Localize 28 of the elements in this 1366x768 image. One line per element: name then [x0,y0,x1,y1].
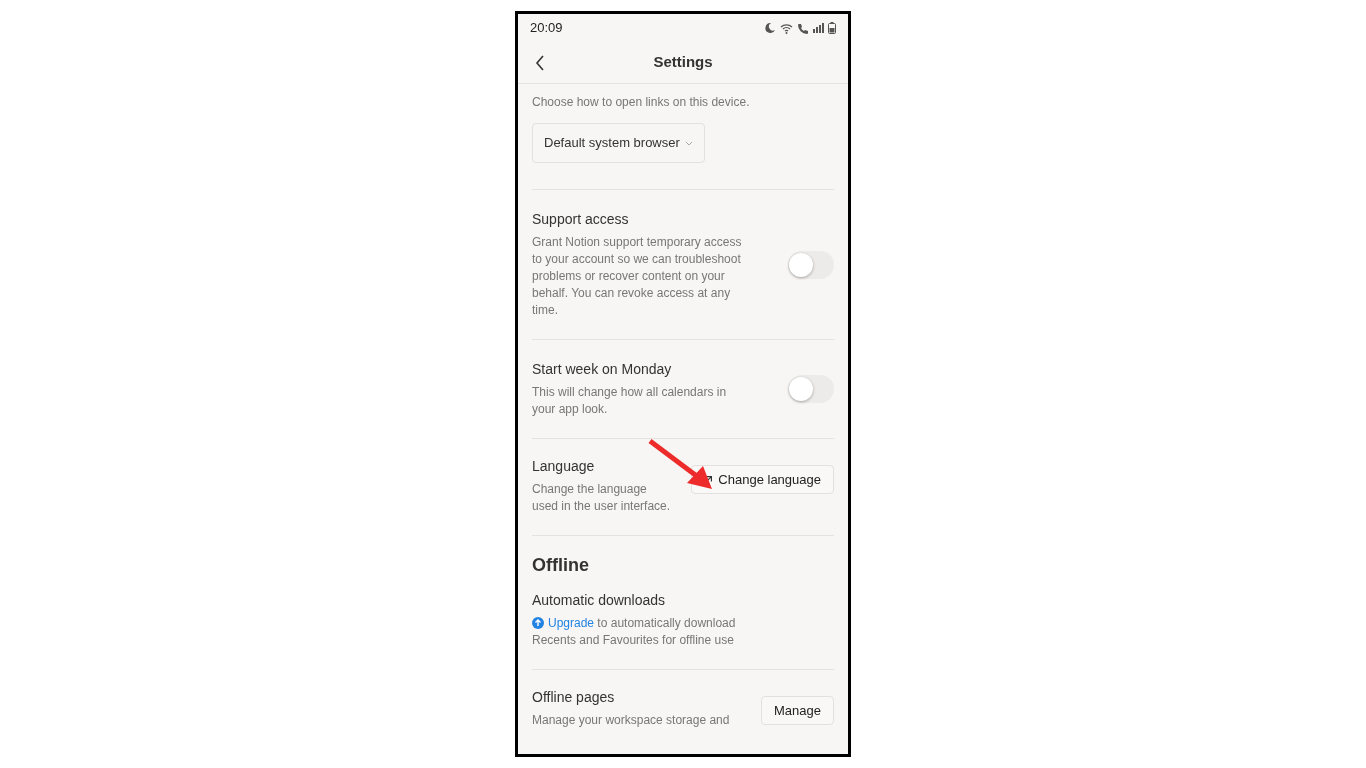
manage-button[interactable]: Manage [761,696,834,725]
browser-dropdown[interactable]: Default system browser [532,123,705,163]
page-title: Settings [653,52,713,73]
section-heading: Offline [532,554,590,577]
status-time: 20:09 [530,19,563,38]
setting-title: Offline pages [532,688,616,706]
upgrade-description: Upgrade to automatically download Recents and Favourites for offline use [532,615,737,649]
moon-icon [764,22,776,34]
phone-icon [797,22,809,34]
setting-title: Support access [532,210,630,228]
setting-description: This will change how all calendars in your app look. [532,384,728,418]
setting-description: Grant Notion support temporary access to your account so we can troubleshoot problems or recover content on your behalf. You can revoke access at any time. [532,234,743,319]
chevron-down-icon [684,140,693,146]
wifi-icon [780,22,793,34]
setting-title: Language [532,457,596,475]
toggle-switch[interactable] [788,375,834,403]
upgrade-link[interactable]: Upgrade [548,616,595,630]
arrow-up-circle-icon [532,617,544,629]
setting-title: Automatic downloads [532,591,667,609]
toggle-switch[interactable] [788,250,834,279]
setting-title: Start week on Monday [532,360,673,378]
setting-description: Change the language used in the user interface. [532,481,672,515]
signal-icon [813,23,824,33]
change-language-button[interactable]: Change language [691,465,834,494]
setting-description: Choose how to open links on this device. [532,94,751,111]
battery-icon [828,22,836,34]
setting-description: Manage your workspace storage and [532,712,731,729]
back-icon [535,55,545,71]
